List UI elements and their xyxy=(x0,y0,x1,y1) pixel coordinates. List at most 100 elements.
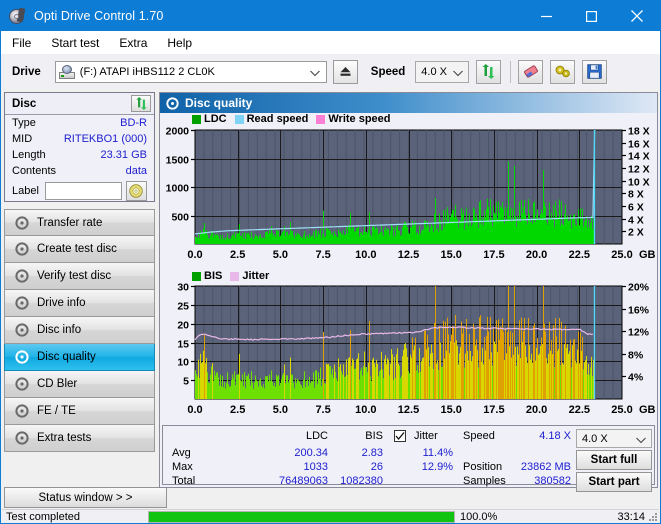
legend-swatch xyxy=(316,115,325,124)
speed-select[interactable]: 4.0 X xyxy=(415,61,469,83)
stats-col-bis: BIS xyxy=(333,430,383,442)
jitter-avg-value: 11.4% xyxy=(395,447,453,459)
minimize-button[interactable] xyxy=(524,1,569,31)
legend-swatch xyxy=(230,272,239,281)
jitter-checkbox[interactable] xyxy=(394,430,406,442)
disc-info-box: Disc Type BD-R MID RITEKBO1 (000) Length… xyxy=(4,92,155,202)
toolbar: Drive (F:) ATAPI iHBS112 2 CL0K Speed 4.… xyxy=(1,54,660,89)
sidebar-item-verify-test-disc[interactable]: Verify test disc xyxy=(4,263,155,290)
svg-text:GB: GB xyxy=(639,249,656,261)
stats-panel: LDC BIS Jitter Avg Max Total 200.34 1033… xyxy=(162,425,655,485)
svg-text:12.5: 12.5 xyxy=(398,404,419,416)
eject-button[interactable] xyxy=(333,60,358,84)
disc-icon xyxy=(13,323,31,337)
progress-percent: 100.0% xyxy=(460,511,497,523)
sidebar-item-fe-te[interactable]: FE / TE xyxy=(4,398,155,425)
disc-row-length-key: Length xyxy=(12,149,46,161)
menu-help[interactable]: Help xyxy=(158,34,201,52)
sidebar-item-label: Verify test disc xyxy=(37,270,111,282)
disc-row-length-value: 23.31 GB xyxy=(101,149,147,161)
ldc-avg-value: 200.34 xyxy=(228,447,328,459)
svg-text:14 X: 14 X xyxy=(628,150,650,162)
sidebar-item-label: FE / TE xyxy=(37,405,76,417)
save-button[interactable] xyxy=(582,60,607,84)
legend-label: Write speed xyxy=(328,113,390,125)
disc-row-contents: Contents data xyxy=(5,163,154,179)
disc-label-input[interactable] xyxy=(45,182,122,200)
sidebar-item-label: Transfer rate xyxy=(37,217,102,229)
svg-text:17.5: 17.5 xyxy=(483,249,504,261)
svg-text:10: 10 xyxy=(177,356,189,368)
drive-icon xyxy=(59,65,75,79)
bis-max-value: 26 xyxy=(318,461,383,473)
disc-row-type-key: Type xyxy=(12,117,36,129)
legend-swatch xyxy=(192,115,201,124)
bis-jitter-chart-canvas: 510152025304%8%12%16%20%0.02.55.07.510.0… xyxy=(160,268,657,423)
sidebar-item-label: Extra tests xyxy=(37,432,91,444)
sidebar-item-disc-quality[interactable]: Disc quality xyxy=(4,344,155,371)
legend-label: LDC xyxy=(204,113,227,125)
sidebar-item-extra-tests[interactable]: Extra tests xyxy=(4,425,155,452)
status-message: Test completed xyxy=(6,511,80,523)
disc-row-mid-value: RITEKBO1 (000) xyxy=(64,133,147,145)
disc-refresh-button[interactable] xyxy=(131,95,151,112)
refresh-button[interactable] xyxy=(476,60,501,84)
svg-text:0.0: 0.0 xyxy=(187,249,202,261)
svg-text:25.0: 25.0 xyxy=(611,249,632,261)
start-full-button[interactable]: Start full xyxy=(576,450,652,470)
gears-icon xyxy=(555,64,571,79)
svg-text:500: 500 xyxy=(171,211,189,223)
disc-icon xyxy=(13,350,31,364)
svg-text:1500: 1500 xyxy=(166,154,190,166)
disc-label-key: Label xyxy=(12,185,39,197)
test-speed-value: 4.0 X xyxy=(582,433,608,445)
svg-text:10.0: 10.0 xyxy=(355,249,376,261)
speed-label: Speed xyxy=(371,66,406,78)
app-disc-icon xyxy=(9,8,26,25)
check-icon xyxy=(395,431,405,441)
erase-button[interactable] xyxy=(518,60,543,84)
svg-text:30: 30 xyxy=(177,281,189,293)
sidebar-item-transfer-rate[interactable]: Transfer rate xyxy=(4,209,155,236)
disc-row-mid-key: MID xyxy=(12,133,32,145)
svg-text:15.0: 15.0 xyxy=(440,249,461,261)
sidebar-item-create-test-disc[interactable]: Create test disc xyxy=(4,236,155,263)
floppy-save-icon xyxy=(587,64,602,79)
sidebar-item-cd-bler[interactable]: CD Bler xyxy=(4,371,155,398)
jitter-max-value: 12.9% xyxy=(395,461,453,473)
svg-text:2 X: 2 X xyxy=(628,226,644,238)
start-part-button[interactable]: Start part xyxy=(576,472,652,492)
status-window-button[interactable]: Status window > > xyxy=(4,487,167,508)
sidebar-item-disc-info[interactable]: Disc info xyxy=(4,317,155,344)
drive-label: Drive xyxy=(12,66,41,78)
menu-bar: File Start test Extra Help xyxy=(1,31,660,54)
svg-text:15.0: 15.0 xyxy=(440,404,461,416)
disc-icon xyxy=(13,216,31,230)
svg-text:12%: 12% xyxy=(628,326,650,338)
settings-button[interactable] xyxy=(550,60,575,84)
svg-text:4%: 4% xyxy=(628,371,644,383)
sidebar-item-drive-info[interactable]: Drive info xyxy=(4,290,155,317)
svg-text:22.5: 22.5 xyxy=(569,404,590,416)
menu-start-test[interactable]: Start test xyxy=(42,34,108,52)
drive-select[interactable]: (F:) ATAPI iHBS112 2 CL0K xyxy=(55,61,327,83)
main-panel-header: Disc quality xyxy=(160,93,657,113)
svg-text:8%: 8% xyxy=(628,349,644,361)
maximize-button[interactable] xyxy=(569,1,614,31)
test-speed-select[interactable]: 4.0 X xyxy=(576,429,652,448)
ldc-chart: LDCRead speedWrite speed 500100015002000… xyxy=(160,113,657,268)
stats-row-total: Total xyxy=(172,475,195,487)
nav-list: Transfer rate Create test disc Verify te… xyxy=(4,209,155,452)
toolbar-separator xyxy=(510,61,511,83)
resize-grip[interactable] xyxy=(647,511,658,522)
legend-swatch xyxy=(192,272,201,281)
svg-text:7.5: 7.5 xyxy=(315,249,330,261)
disc-label-browse-button[interactable] xyxy=(126,181,147,201)
svg-text:GB: GB xyxy=(639,404,656,416)
eject-icon xyxy=(339,65,352,78)
menu-extra[interactable]: Extra xyxy=(110,34,156,52)
drive-select-value: (F:) ATAPI iHBS112 2 CL0K xyxy=(80,66,215,78)
close-button[interactable] xyxy=(614,1,659,31)
menu-file[interactable]: File xyxy=(3,34,40,52)
ldc-chart-canvas: 5001000150020002 X4 X6 X8 X10 X12 X14 X1… xyxy=(160,113,657,268)
